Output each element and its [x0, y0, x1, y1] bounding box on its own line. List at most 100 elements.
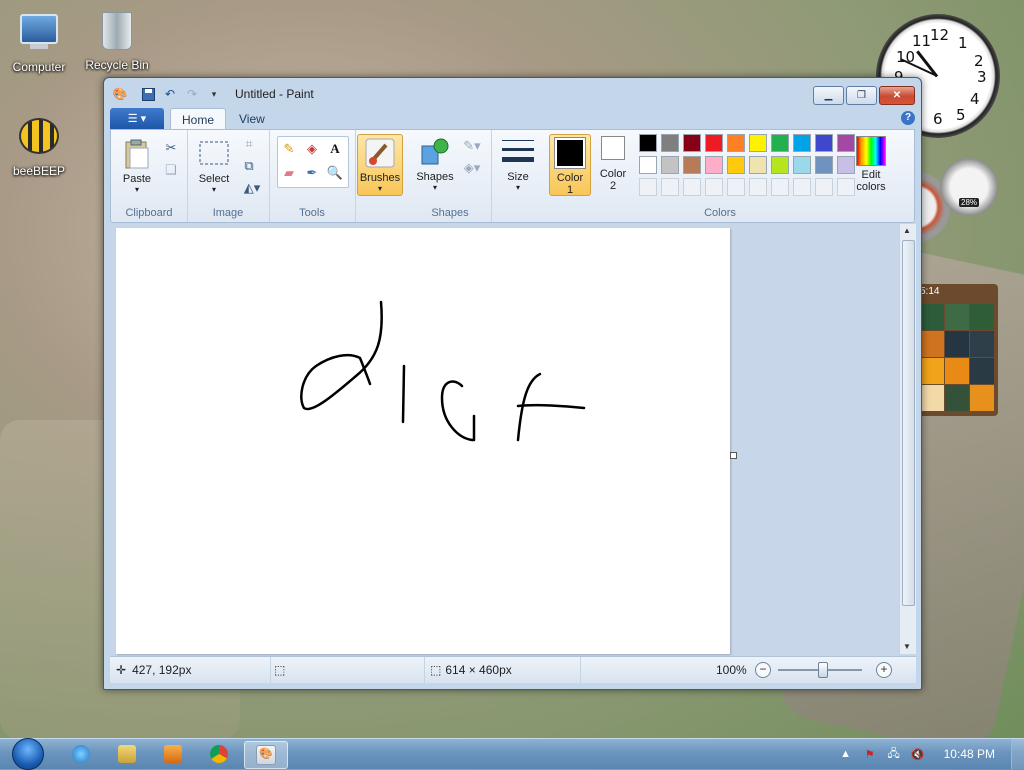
shapes-button[interactable]: Shapes ▾	[415, 136, 455, 192]
volume-muted-icon[interactable]: 🔇	[910, 746, 926, 762]
zoom-out-icon[interactable]: −	[755, 662, 771, 678]
custom-color-slot[interactable]	[661, 178, 679, 196]
custom-color-slot[interactable]	[683, 178, 701, 196]
redo-icon[interactable]: ↷	[184, 86, 200, 102]
puzzle-tile[interactable]	[970, 385, 994, 411]
title-bar[interactable]: 🎨 ↶ ↷ ▾ Untitled - Paint ▁ ❐ ✕	[104, 78, 921, 108]
show-desktop-button[interactable]	[1011, 739, 1024, 769]
start-button[interactable]	[8, 738, 46, 770]
tab-view[interactable]: View	[228, 108, 276, 129]
tab-home[interactable]: Home	[170, 108, 227, 130]
taskbar-explorer[interactable]	[106, 741, 148, 767]
help-icon[interactable]: ?	[901, 111, 915, 125]
desktop-icon-computer[interactable]: Computer	[2, 8, 76, 74]
close-button[interactable]: ✕	[879, 86, 915, 105]
scrollbar-thumb[interactable]	[902, 240, 915, 606]
scroll-up-icon[interactable]: ▲	[903, 226, 911, 235]
palette-swatch[interactable]	[661, 134, 679, 152]
desktop-icon-recycle-bin[interactable]: Recycle Bin	[80, 8, 154, 72]
scroll-down-icon[interactable]: ▼	[903, 642, 911, 651]
puzzle-tile[interactable]	[920, 358, 944, 384]
custom-color-slot[interactable]	[639, 178, 657, 196]
drawing-canvas[interactable]	[116, 228, 737, 654]
brushes-button[interactable]: Brushes ▾	[357, 134, 403, 196]
palette-swatch[interactable]	[639, 134, 657, 152]
palette-swatch[interactable]	[793, 156, 811, 174]
paint-app-icon[interactable]: 🎨	[112, 86, 128, 102]
save-icon[interactable]	[140, 86, 156, 102]
customize-qat-icon[interactable]: ▾	[206, 86, 222, 102]
taskbar-chrome[interactable]	[198, 741, 240, 767]
zoom-slider-thumb[interactable]	[818, 662, 828, 678]
taskbar-paint[interactable]: 🎨	[244, 741, 288, 769]
palette-swatch[interactable]	[771, 156, 789, 174]
network-icon[interactable]: 🖧	[886, 746, 902, 762]
edit-colors-button[interactable]: Edit colors	[849, 134, 893, 193]
action-center-icon[interactable]: ⚑	[862, 746, 878, 762]
cut-icon[interactable]: ✂	[161, 138, 181, 158]
palette-swatch[interactable]	[727, 134, 745, 152]
custom-color-slot[interactable]	[705, 178, 723, 196]
palette-swatch[interactable]	[749, 156, 767, 174]
memory-meter-gadget[interactable]: 28%	[940, 158, 998, 216]
color1-button[interactable]: Color 1	[549, 134, 591, 196]
maximize-button[interactable]: ❐	[846, 86, 877, 105]
outline-icon[interactable]: ✎▾	[459, 136, 485, 156]
fill-icon[interactable]: ◈	[302, 139, 322, 159]
puzzle-tile[interactable]	[970, 331, 994, 357]
palette-swatch[interactable]	[793, 134, 811, 152]
taskbar-internet-explorer[interactable]	[60, 741, 102, 767]
puzzle-tile[interactable]	[920, 304, 944, 330]
palette-swatch[interactable]	[683, 156, 701, 174]
palette-swatch[interactable]	[815, 156, 833, 174]
custom-color-slot[interactable]	[749, 178, 767, 196]
taskbar-media-player[interactable]	[152, 741, 194, 767]
palette-swatch[interactable]	[771, 134, 789, 152]
paste-button[interactable]: Paste ▾	[117, 138, 157, 194]
puzzle-tile[interactable]	[970, 304, 994, 330]
taskbar-clock[interactable]: 10:48 PM	[944, 747, 995, 761]
desktop-icon-beebeep[interactable]: beeBEEP	[2, 112, 76, 178]
pencil-icon[interactable]: ✎	[279, 139, 299, 159]
size-button[interactable]: Size ▾	[499, 136, 537, 192]
palette-swatch[interactable]	[639, 156, 657, 174]
puzzle-tile[interactable]	[920, 385, 944, 411]
puzzle-tile[interactable]	[920, 331, 944, 357]
palette-swatch[interactable]	[683, 134, 701, 152]
paint-menu-button[interactable]: ☰ ▾	[110, 108, 164, 129]
magnifier-icon[interactable]: 🔍	[325, 163, 345, 183]
resize-icon[interactable]: ⧉	[239, 156, 259, 176]
palette-swatch[interactable]	[661, 156, 679, 174]
zoom-in-icon[interactable]: +	[876, 662, 892, 678]
vertical-scrollbar[interactable]: ▲ ▼	[899, 224, 916, 654]
copy-icon[interactable]: ❏	[161, 160, 181, 180]
custom-color-slot[interactable]	[815, 178, 833, 196]
palette-swatch[interactable]	[727, 156, 745, 174]
puzzle-tile[interactable]	[970, 358, 994, 384]
puzzle-tile[interactable]	[945, 304, 969, 330]
fill-shape-icon[interactable]: ◈▾	[459, 158, 485, 178]
paint-window[interactable]: 🎨 ↶ ↷ ▾ Untitled - Paint ▁ ❐ ✕ ☰ ▾ Home …	[103, 77, 922, 690]
crop-icon[interactable]: ⌗	[239, 134, 259, 154]
undo-icon[interactable]: ↶	[162, 86, 178, 102]
color-picker-icon[interactable]: ✒	[302, 163, 322, 183]
text-icon[interactable]: A	[325, 139, 345, 159]
resize-handle-right[interactable]	[730, 452, 737, 459]
picture-puzzle-gadget[interactable]: 5:14	[918, 284, 998, 416]
minimize-button[interactable]: ▁	[813, 86, 844, 105]
puzzle-tile[interactable]	[945, 358, 969, 384]
puzzle-tile[interactable]	[945, 331, 969, 357]
palette-swatch[interactable]	[749, 134, 767, 152]
puzzle-tile[interactable]	[945, 385, 969, 411]
palette-swatch[interactable]	[705, 156, 723, 174]
eraser-icon[interactable]: ▰	[279, 163, 299, 183]
select-button[interactable]: Select ▾	[193, 138, 235, 194]
show-hidden-icons-icon[interactable]: ▲	[838, 746, 854, 762]
custom-color-slot[interactable]	[771, 178, 789, 196]
palette-swatch[interactable]	[815, 134, 833, 152]
custom-color-slot[interactable]	[793, 178, 811, 196]
palette-swatch[interactable]	[705, 134, 723, 152]
rotate-icon[interactable]: ◭▾	[239, 178, 265, 198]
custom-color-slot[interactable]	[727, 178, 745, 196]
color2-button[interactable]: Color 2	[593, 134, 633, 192]
